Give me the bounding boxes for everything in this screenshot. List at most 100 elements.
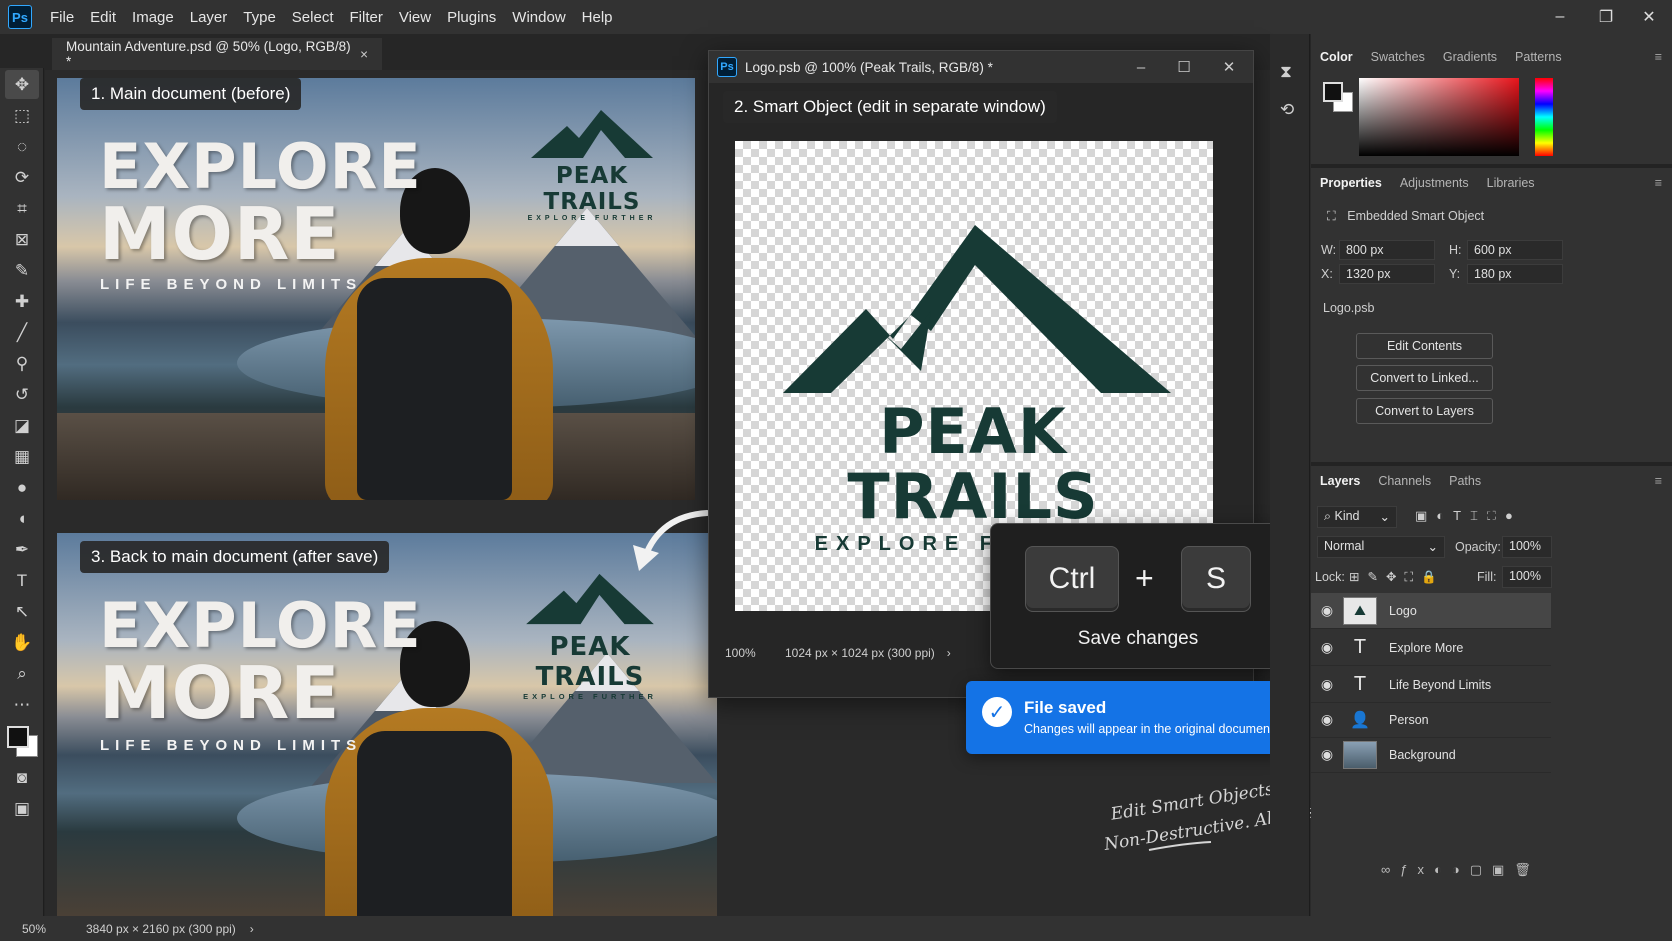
blur-tool-icon[interactable]: ● [5,473,39,502]
menu-plugins[interactable]: Plugins [439,9,504,26]
move-tool-icon[interactable]: ✥ [5,70,39,99]
pen-tool-icon[interactable]: ✒ [5,535,39,564]
gradient-tool-icon[interactable]: ▦ [5,442,39,471]
eyedropper-tool-icon[interactable]: ✎ [5,256,39,285]
window-minimize-button[interactable]: – [1537,0,1583,34]
convert-to-layers-button[interactable]: Convert to Layers [1356,398,1493,424]
tab-gradients[interactable]: Gradients [1434,50,1506,64]
blend-mode-select[interactable]: Normal ⌄ [1317,536,1445,558]
menu-file[interactable]: File [42,9,82,26]
tab-patterns[interactable]: Patterns [1506,50,1571,64]
panel-menu-icon[interactable]: ≡ [1655,474,1662,488]
menu-filter[interactable]: Filter [342,9,391,26]
tab-swatches[interactable]: Swatches [1362,50,1434,64]
photoshop-logo[interactable]: Ps [8,5,32,29]
opacity-field[interactable]: 100% [1502,536,1552,558]
convert-to-linked-button[interactable]: Convert to Linked... [1356,365,1493,391]
more-tools-icon[interactable]: ⋯ [5,690,39,719]
x-field[interactable]: 1320 px [1339,264,1435,284]
layer-row-background[interactable]: ◉ Background [1311,737,1551,773]
history-brush-tool-icon[interactable]: ↺ [5,380,39,409]
visibility-eye-icon[interactable]: ◉ [1311,746,1343,763]
so-status-expand-icon[interactable]: › [947,646,951,660]
layers-footer-icons[interactable]: ∞ƒx◐◑▢▣🗑 [1381,862,1541,878]
panel-menu-icon[interactable]: ≡ [1655,50,1662,64]
menu-type[interactable]: Type [235,9,284,26]
hand-tool-icon[interactable]: ✋ [5,628,39,657]
foreground-color-chip[interactable] [1323,82,1343,102]
eraser-tool-icon[interactable]: ◪ [5,411,39,440]
screen-mode-icon[interactable]: ▣ [5,794,39,823]
tab-layers[interactable]: Layers [1311,474,1369,488]
so-restore-button[interactable]: ☐ [1162,51,1206,83]
color-swatches[interactable] [0,721,43,761]
menu-window[interactable]: Window [504,9,573,26]
color-field[interactable] [1359,78,1519,156]
healing-brush-tool-icon[interactable]: ✚ [5,287,39,316]
tab-mountain-adventure[interactable]: Mountain Adventure.psd @ 50% (Logo, RGB/… [52,38,382,70]
color-chips[interactable] [1323,82,1357,116]
layer-row-life-beyond-limits[interactable]: ◉ T Life Beyond Limits [1311,667,1551,703]
zoom-level[interactable]: 50% [22,922,82,936]
menu-view[interactable]: View [391,9,439,26]
brush-tool-icon[interactable]: ╱ [5,318,39,347]
layer-filter-select[interactable]: ⌕ Kind ⌄ [1317,506,1397,528]
menu-edit[interactable]: Edit [82,9,124,26]
toast-message: Changes will appear in the original docu… [1024,722,1277,736]
visibility-eye-icon[interactable]: ◉ [1311,676,1343,693]
smart-object-titlebar[interactable]: Ps Logo.psb @ 100% (Peak Trails, RGB/8) … [709,51,1253,83]
tab-adjustments[interactable]: Adjustments [1391,176,1478,190]
visibility-eye-icon[interactable]: ◉ [1311,639,1343,656]
lock-icons[interactable]: ⊞✎✥⛶🔒 [1349,569,1445,585]
frame-tool-icon[interactable]: ⊠ [5,225,39,254]
width-field[interactable]: 800 px [1339,240,1435,260]
clone-stamp-tool-icon[interactable]: ⚲ [5,349,39,378]
window-close-button[interactable]: ✕ [1626,0,1672,34]
so-close-button[interactable]: ✕ [1207,51,1251,83]
panel-menu-icon[interactable]: ≡ [1655,176,1662,190]
tab-libraries[interactable]: Libraries [1478,176,1544,190]
status-expand-icon[interactable]: › [250,922,254,936]
actions-panel-icon[interactable]: ⟲ [1280,100,1294,120]
menu-image[interactable]: Image [124,9,182,26]
text-layer-icon: T [1353,673,1367,695]
type-tool-icon[interactable]: T [5,566,39,595]
menu-bar: Ps File Edit Image Layer Type Select Fil… [0,0,1672,34]
height-field[interactable]: 600 px [1467,240,1563,260]
visibility-eye-icon[interactable]: ◉ [1311,602,1343,619]
hue-slider[interactable] [1535,78,1553,156]
quick-mask-icon[interactable]: ◙ [5,763,39,792]
path-select-tool-icon[interactable]: ↖ [5,597,39,626]
so-zoom-level[interactable]: 100% [725,646,785,660]
layer-row-person[interactable]: ◉ 👤 Person [1311,702,1551,738]
quick-select-tool-icon[interactable]: ⟳ [5,163,39,192]
layer-row-explore-more[interactable]: ◉ T Explore More [1311,630,1551,666]
visibility-eye-icon[interactable]: ◉ [1311,711,1343,728]
y-field[interactable]: 180 px [1467,264,1563,284]
right-panel: Color Swatches Gradients Patterns ≡ Prop… [1311,34,1672,941]
file-saved-toast[interactable]: ✓ File saved Changes will appear in the … [966,681,1284,754]
tab-close-icon[interactable]: × [360,47,368,62]
layer-filter-icons[interactable]: ▣◐T⌶⛶● [1415,508,1522,524]
tab-properties[interactable]: Properties [1311,176,1391,190]
window-restore-button[interactable]: ❐ [1583,0,1629,34]
zoom-tool-icon[interactable]: ⌕ [5,659,39,688]
main-document-before-canvas[interactable]: EXPLORE MORE LIFE BEYOND LIMITS PEAK TRA… [57,78,695,500]
main-document-after-canvas[interactable]: EXPLORE MORE LIFE BEYOND LIMITS PEAK TRA… [57,533,717,916]
menu-help[interactable]: Help [574,9,621,26]
menu-layer[interactable]: Layer [182,9,236,26]
marquee-tool-icon[interactable]: ⬚ [5,101,39,130]
tab-paths[interactable]: Paths [1440,474,1490,488]
history-panel-icon[interactable]: ⧗ [1280,62,1292,82]
crop-tool-icon[interactable]: ⌗ [5,194,39,223]
edit-contents-button[interactable]: Edit Contents [1356,333,1493,359]
foreground-color-swatch[interactable] [7,726,29,748]
menu-select[interactable]: Select [284,9,342,26]
layer-row-logo[interactable]: ◉ ⛰ Logo [1311,593,1551,629]
so-minimize-button[interactable]: – [1119,51,1163,83]
lasso-tool-icon[interactable]: ◌ [5,132,39,161]
tab-color[interactable]: Color [1311,50,1362,64]
tab-channels[interactable]: Channels [1369,474,1440,488]
fill-field[interactable]: 100% [1502,566,1552,588]
dodge-tool-icon[interactable]: ◖ [5,504,39,533]
